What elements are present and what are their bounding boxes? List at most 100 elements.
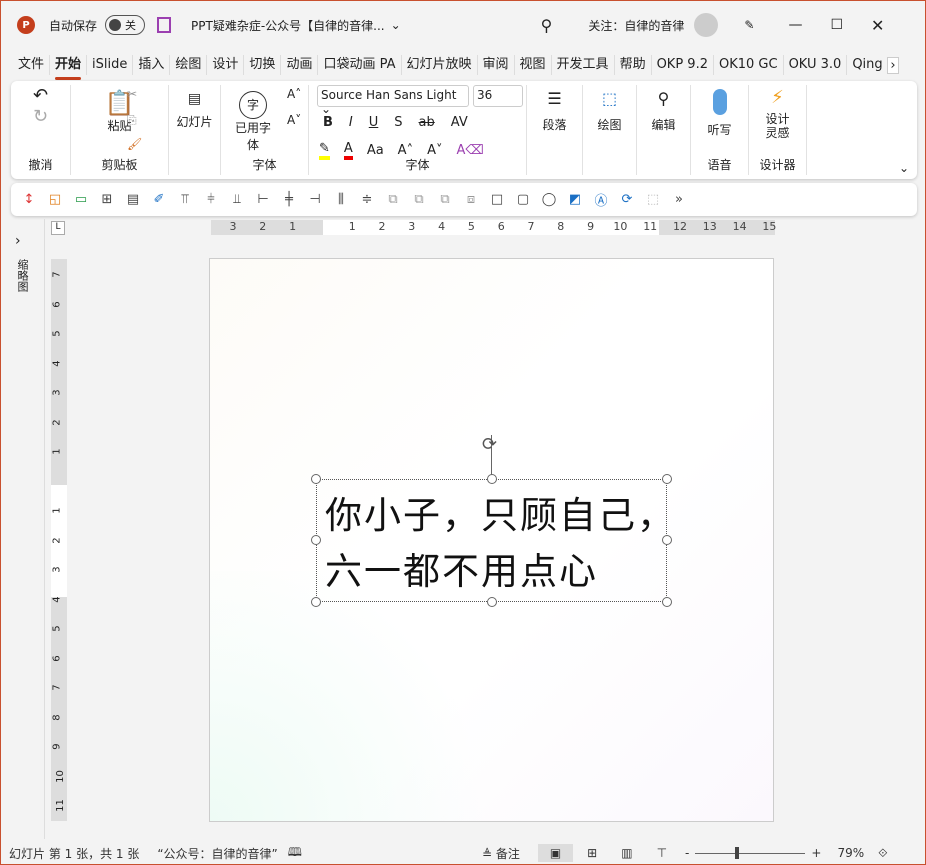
zoom-slider[interactable] [695, 846, 806, 859]
tab-insert[interactable]: 插入 [133, 55, 171, 75]
align-right-icon[interactable]: ⊣ [307, 192, 323, 207]
tab-qing[interactable]: Qing [847, 55, 887, 75]
align-top-icon[interactable]: ⫪ [177, 192, 193, 207]
maximize-button[interactable]: ☐ [830, 17, 843, 33]
zoom-level[interactable]: 79% [837, 846, 864, 860]
paste-button[interactable]: 粘贴 [71, 117, 168, 134]
pen-icon[interactable]: ✎ [744, 18, 754, 32]
reading-view-icon[interactable]: ▥ [621, 846, 632, 860]
ungroup-icon[interactable]: ⧈ [463, 192, 479, 207]
decrease-font-icon[interactable]: A˅ [287, 113, 301, 127]
tab-islide[interactable]: iSlide [87, 55, 134, 75]
increase-font-icon[interactable]: A˄ [287, 87, 301, 101]
horizontal-ruler[interactable]: 3 2 1 1 2 3 4 5 6 7 8 9 10 11 12 13 14 15 [211, 220, 776, 235]
resize-handle[interactable] [311, 474, 321, 484]
char-spacing-button[interactable]: AV [451, 115, 468, 130]
rotate-handle-icon[interactable]: ⟳ [482, 434, 497, 455]
format-painter-icon[interactable]: 🖌 [127, 137, 142, 151]
tab-view[interactable]: 视图 [515, 55, 552, 75]
tab-help[interactable]: 帮助 [615, 55, 652, 75]
resize-handle[interactable] [311, 535, 321, 545]
align-bottom-icon[interactable]: ⫫ [229, 192, 245, 207]
oval-icon[interactable]: ◯ [541, 192, 557, 207]
tab-design[interactable]: 设计 [207, 55, 245, 75]
save-icon[interactable] [157, 17, 172, 33]
align-left-icon[interactable]: ⊢ [255, 192, 271, 207]
tab-animations[interactable]: 动画 [281, 55, 319, 75]
zoom-out-button[interactable]: - [685, 846, 689, 860]
textbox-icon[interactable]: ⊞ [99, 192, 115, 207]
resize-handle[interactable] [662, 535, 672, 545]
paragraph-button[interactable]: 段落 [527, 116, 582, 133]
fit-to-window-icon[interactable]: ⟐ [878, 846, 887, 861]
italic-button[interactable]: I [349, 115, 353, 130]
copy-icon[interactable]: ⎘ [127, 113, 137, 128]
zoom-in-button[interactable]: + [811, 846, 821, 860]
tab-file[interactable]: 文件 [13, 55, 51, 75]
undo-icon[interactable]: ↶ [11, 85, 70, 106]
tab-review[interactable]: 审阅 [478, 55, 515, 75]
slideshow-icon[interactable]: ⊤ [657, 846, 667, 860]
slide-canvas[interactable]: ⟳ 你小子，只顾自己， 六一都不用点心 [209, 258, 774, 822]
bold-button[interactable]: B [323, 115, 333, 130]
layout-icon[interactable]: ▤ [125, 192, 141, 207]
vertical-ruler[interactable]: 7 6 5 4 3 2 1 1 2 3 4 5 6 7 8 9 10 11 [51, 259, 67, 821]
tab-okp[interactable]: OKP 9.2 [652, 55, 714, 75]
resize-handle[interactable] [487, 474, 497, 484]
strikethrough-button[interactable]: ab [419, 115, 435, 130]
redo-icon[interactable]: ↻ [11, 106, 70, 127]
more-icon[interactable]: » [671, 192, 687, 207]
text-box[interactable]: 你小子，只顾自己， 六一都不用点心 [311, 474, 674, 607]
tab-transitions[interactable]: 切换 [244, 55, 282, 75]
tabs-scroll-right[interactable]: › [887, 56, 899, 74]
autosave-toggle[interactable]: 关 [105, 15, 146, 35]
used-fonts-button[interactable]: 已用字体 [233, 119, 273, 153]
designer-button[interactable]: 设计灵感 [763, 112, 793, 140]
tab-stop-selector[interactable]: L [51, 221, 65, 235]
notes-button[interactable]: ≜ 备注 [482, 845, 520, 862]
cut-icon[interactable]: ✂ [127, 87, 137, 101]
rectangle-icon[interactable]: □ [489, 192, 505, 207]
editing-button[interactable]: 编辑 [637, 116, 690, 133]
dictate-button[interactable]: 听写 [691, 121, 748, 138]
distribute-h-icon[interactable]: ⫼ [333, 192, 349, 207]
resize-handle[interactable] [662, 474, 672, 484]
align-center-icon[interactable]: ╪ [281, 192, 297, 207]
height-icon[interactable]: ↕ [21, 192, 37, 207]
font-size-select[interactable]: 36 [473, 85, 523, 107]
slide-sorter-icon[interactable]: ⊞ [587, 846, 597, 860]
send-backward-icon[interactable]: ⧉ [411, 192, 427, 207]
drawing-button[interactable]: 绘图 [583, 116, 636, 133]
format-icon[interactable]: ✐ [151, 192, 167, 207]
tab-developer[interactable]: 开发工具 [552, 55, 615, 75]
collapse-ribbon-icon[interactable]: ⌄ [899, 161, 909, 175]
crop-icon[interactable]: ⬚ [645, 192, 661, 207]
rotate-icon[interactable]: ⟳ [619, 192, 635, 207]
underline-button[interactable]: U [369, 115, 379, 130]
accessibility-icon[interactable]: 🕮 [288, 843, 302, 864]
slides-button[interactable]: 幻灯片 [169, 113, 220, 130]
align-middle-icon[interactable]: ⫩ [203, 192, 219, 207]
search-icon[interactable]: ⚲ [541, 16, 553, 35]
tab-pocket-animation[interactable]: 口袋动画 PA [318, 55, 402, 75]
tab-ok10[interactable]: OK10 GC [714, 55, 784, 75]
expand-pane-icon[interactable]: › [15, 233, 21, 249]
font-name-select[interactable]: Source Han Sans Light ⌄ [317, 85, 469, 116]
resize-handle[interactable] [662, 597, 672, 607]
minimize-button[interactable]: — [788, 17, 802, 33]
document-title[interactable]: PPT疑难杂症-公众号【自律的音律... [191, 17, 385, 34]
group-icon[interactable]: ⧉ [437, 192, 453, 207]
close-button[interactable]: ✕ [871, 16, 884, 35]
distribute-v-icon[interactable]: ≑ [359, 192, 375, 207]
avatar[interactable] [694, 13, 719, 37]
tab-home[interactable]: 开始 [50, 55, 88, 80]
paste-icon[interactable]: 📋 [71, 89, 168, 117]
tab-draw[interactable]: 绘图 [170, 55, 208, 75]
thumbnail-label[interactable]: 缩略图 [14, 259, 30, 292]
normal-view-icon[interactable]: ▣ [537, 844, 574, 862]
tab-slideshow[interactable]: 幻灯片放映 [402, 55, 478, 75]
select-icon[interactable]: ◱ [47, 192, 63, 207]
align-icon[interactable]: ▭ [73, 192, 89, 207]
chevron-down-icon[interactable]: ⌄ [391, 18, 401, 32]
text-box-icon[interactable]: Ⓐ [593, 190, 609, 209]
